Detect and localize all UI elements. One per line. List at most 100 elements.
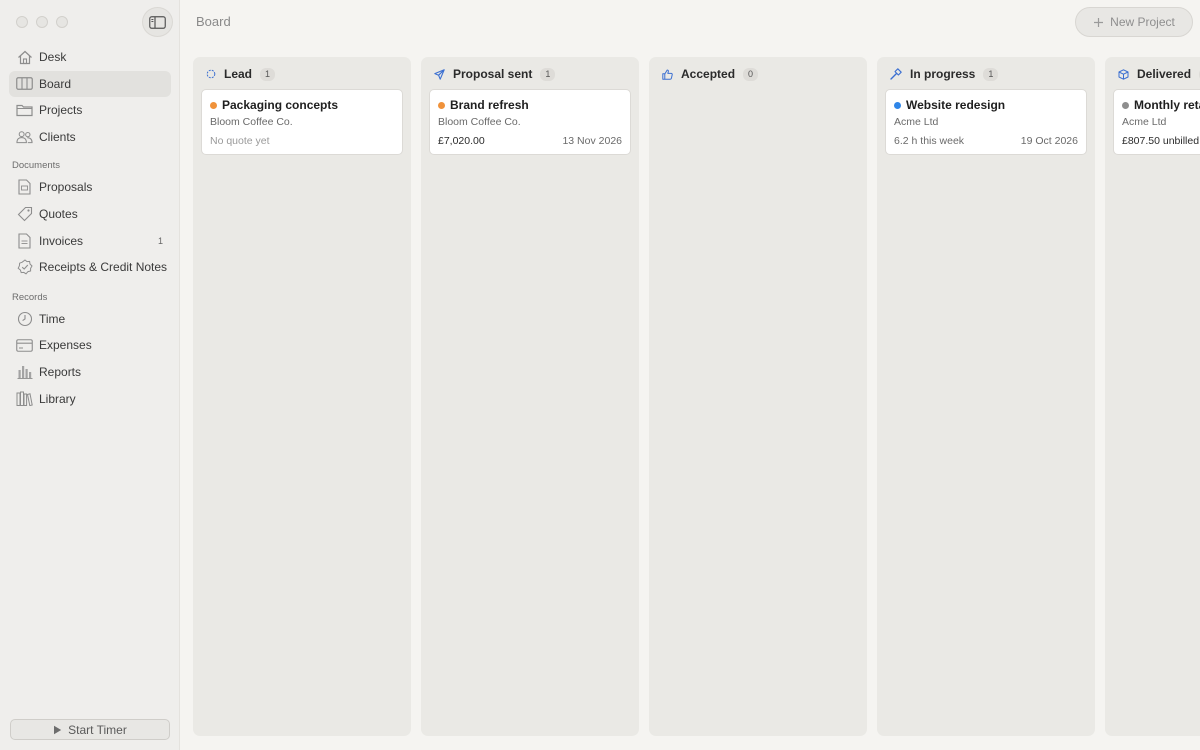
sidebar-item-label: Reports	[39, 364, 82, 379]
house-icon	[16, 49, 33, 66]
sidebar-item-library[interactable]: Library	[9, 386, 171, 412]
sidebar-item-label: Proposals	[39, 180, 93, 195]
card-title: Packaging concepts	[222, 98, 339, 112]
card-quote-status: No quote yet	[210, 135, 270, 147]
status-dot	[438, 101, 445, 109]
column-count-badge: 1	[260, 67, 276, 81]
column-header: Delivered	[1118, 67, 1200, 81]
sidebar-nav: Desk Board Projects Clients Documents Pr…	[9, 44, 171, 412]
card-client: Bloom Coffee Co.	[210, 116, 293, 128]
kanban-board: Lead 1 Packaging concepts Bloom Coffee C…	[193, 57, 1200, 737]
sidebar-item-label: Board	[39, 76, 72, 91]
plus-icon	[1094, 17, 1104, 27]
folder-icon	[16, 102, 33, 119]
card-client: Acme Ltd	[1122, 116, 1167, 128]
sidebar-toggle-icon	[149, 15, 166, 29]
sidebar-item-proposals[interactable]: Proposals	[9, 174, 171, 200]
minimize-window-button[interactable]	[36, 16, 48, 28]
card-title: Website redesign	[906, 98, 1006, 112]
column-count-badge: 1	[983, 67, 999, 81]
card-date: 19 Oct 2026	[1020, 135, 1078, 147]
column-header: Lead 1	[206, 67, 276, 81]
start-timer-button[interactable]: Start Timer	[10, 719, 170, 740]
sidebar-item-desk[interactable]: Desk	[9, 44, 171, 70]
sidebar-item-label: Invoices	[39, 233, 84, 248]
card-client: Acme Ltd	[894, 116, 939, 128]
column-count-badge: 1	[540, 67, 556, 81]
page-title: Board	[196, 14, 231, 29]
sidebar-item-label: Expenses	[39, 338, 92, 353]
sidebar-item-label: Projects	[39, 103, 83, 118]
column-header: Proposal sent 1	[434, 67, 556, 81]
column-title: Accepted	[681, 67, 736, 81]
card-date: 13 Nov 2026	[562, 135, 622, 147]
invoices-count-badge: 1	[157, 235, 163, 246]
column-count-badge: 0	[743, 67, 759, 81]
column-header: In progress 1	[890, 67, 999, 81]
sidebar-item-receipts-credit-notes[interactable]: Receipts & Credit Notes	[9, 254, 171, 280]
proposal-document-icon	[16, 179, 33, 196]
paper-plane-icon	[434, 68, 445, 80]
sidebar-item-label: Library	[39, 391, 76, 406]
column-title: In progress	[910, 67, 976, 81]
project-card-website-redesign[interactable]: Website redesign Acme Ltd 6.2 h this wee…	[885, 89, 1087, 155]
tag-icon	[16, 205, 33, 222]
sidebar-item-quotes[interactable]: Quotes	[9, 201, 171, 227]
column-lead: Lead 1 Packaging concepts Bloom Coffee C…	[193, 57, 411, 736]
window-controls	[16, 16, 68, 28]
sidebar-item-invoices[interactable]: Invoices 1	[9, 228, 171, 254]
sidebar-item-clients[interactable]: Clients	[9, 124, 171, 150]
sidebar: Desk Board Projects Clients Documents Pr…	[0, 0, 180, 750]
sidebar-toggle-button[interactable]	[142, 7, 173, 37]
badge-check-icon	[16, 259, 33, 276]
circle-outline-icon	[206, 69, 216, 79]
sidebar-item-label: Desk	[39, 50, 67, 64]
play-icon	[54, 725, 62, 734]
bar-chart-icon	[16, 363, 33, 380]
credit-card-icon	[16, 337, 33, 354]
column-title: Proposal sent	[453, 67, 533, 81]
status-dot	[210, 101, 217, 109]
new-project-label: New Project	[1110, 15, 1175, 29]
invoice-document-icon	[16, 232, 33, 249]
sidebar-item-label: Quotes	[39, 206, 78, 221]
column-in-progress: In progress 1 Website redesign Acme Ltd …	[877, 57, 1095, 736]
section-label-records: Records	[12, 291, 48, 303]
section-label-documents: Documents	[12, 160, 61, 172]
column-title: Lead	[224, 67, 253, 81]
close-window-button[interactable]	[16, 16, 28, 28]
sidebar-item-label: Time	[39, 311, 66, 326]
thumbs-up-icon	[662, 69, 673, 80]
sidebar-item-time[interactable]: Time	[9, 306, 171, 332]
column-delivered: Delivered Monthly retai Acme Ltd £807.50…	[1105, 57, 1200, 736]
sidebar-item-reports[interactable]: Reports	[9, 359, 171, 385]
sidebar-item-label: Clients	[39, 129, 76, 144]
status-dot	[894, 101, 901, 109]
zoom-window-button[interactable]	[56, 16, 68, 28]
card-title: Brand refresh	[450, 98, 529, 112]
board-columns-icon	[16, 75, 33, 92]
clock-icon	[16, 310, 33, 327]
card-unbilled: £807.50 unbilled	[1122, 135, 1200, 147]
card-amount: £7,020.00	[438, 135, 485, 147]
start-timer-label: Start Timer	[68, 722, 127, 737]
project-card-monthly-retainer[interactable]: Monthly retai Acme Ltd £807.50 unbilled	[1113, 89, 1200, 155]
column-accepted: Accepted 0	[649, 57, 867, 736]
column-proposal-sent: Proposal sent 1 Brand refresh Bloom Coff…	[421, 57, 639, 736]
status-dot	[1122, 101, 1129, 109]
books-icon	[16, 390, 33, 407]
card-hours: 6.2 h this week	[894, 135, 965, 147]
card-client: Bloom Coffee Co.	[438, 116, 521, 128]
hammer-icon	[890, 68, 902, 80]
sidebar-item-projects[interactable]: Projects	[9, 97, 171, 123]
card-title: Monthly retai	[1134, 98, 1200, 112]
sidebar-item-label: Receipts & Credit Notes	[39, 260, 168, 275]
project-card-packaging-concepts[interactable]: Packaging concepts Bloom Coffee Co. No q…	[201, 89, 403, 155]
project-card-brand-refresh[interactable]: Brand refresh Bloom Coffee Co. £7,020.00…	[429, 89, 631, 155]
column-title: Delivered	[1137, 67, 1192, 81]
sidebar-item-expenses[interactable]: Expenses	[9, 332, 171, 358]
column-header: Accepted 0	[662, 67, 759, 81]
box-icon	[1118, 68, 1129, 80]
new-project-button[interactable]: New Project	[1075, 7, 1193, 37]
sidebar-item-board[interactable]: Board	[9, 70, 171, 97]
